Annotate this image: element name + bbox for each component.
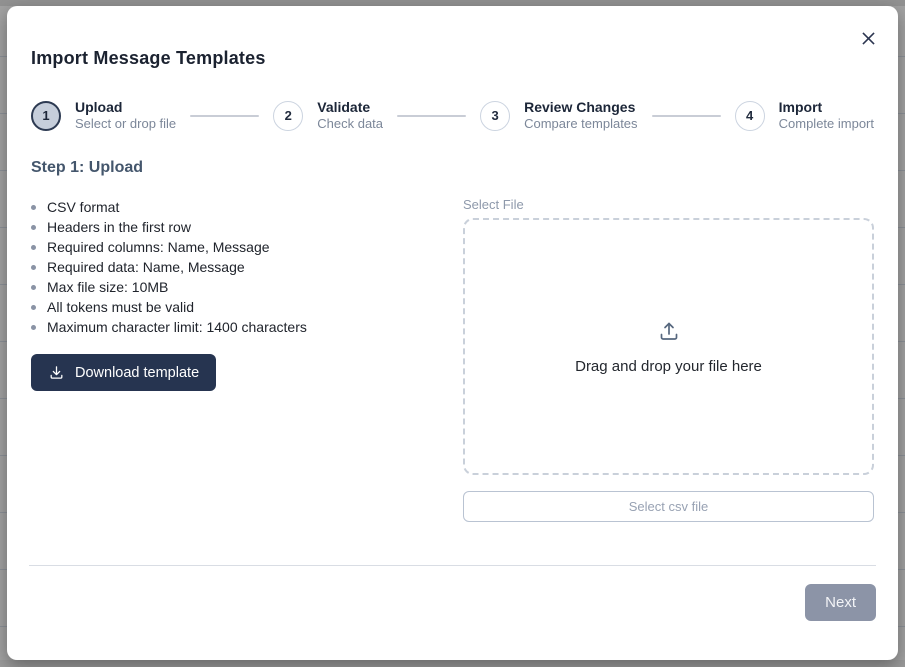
bullet-icon xyxy=(31,265,36,270)
requirement-item: All tokens must be valid xyxy=(31,297,451,317)
stepper-step-validate: 2 Validate Check data xyxy=(273,99,383,132)
stepper-step-import: 4 Import Complete import xyxy=(734,99,874,132)
step-sublabel: Complete import xyxy=(778,116,874,131)
download-template-label: Download template xyxy=(75,364,200,381)
requirement-text: Required data: Name, Message xyxy=(47,259,245,275)
requirements-section: CSV format Headers in the first row Requ… xyxy=(31,197,451,522)
step-label: Review Changes xyxy=(524,99,636,115)
select-file-label: Select File xyxy=(463,197,524,212)
file-dropzone[interactable]: Drag and drop your file here xyxy=(463,218,874,475)
bullet-icon xyxy=(31,325,36,330)
requirement-text: Required columns: Name, Message xyxy=(47,239,270,255)
modal-footer: Next xyxy=(29,565,876,621)
step-label: Upload xyxy=(75,99,123,115)
requirement-item: Maximum character limit: 1400 characters xyxy=(31,317,451,337)
close-icon xyxy=(861,31,875,45)
requirement-item: Headers in the first row xyxy=(31,217,451,237)
backdrop-bottom xyxy=(0,660,905,667)
download-icon xyxy=(48,364,65,381)
step-sublabel: Compare templates xyxy=(524,116,638,131)
bullet-icon xyxy=(31,225,36,230)
step-sublabel: Check data xyxy=(317,116,384,131)
upload-icon xyxy=(657,319,681,343)
bullet-icon xyxy=(31,305,36,310)
step-heading: Step 1: Upload xyxy=(31,159,144,176)
stepper-connector xyxy=(651,114,721,117)
stepper-step-review-changes: 3 Review Changes Compare templates xyxy=(480,99,638,132)
requirement-text: All tokens must be valid xyxy=(47,299,195,315)
import-templates-modal: Import Message Templates 1 Upload Select… xyxy=(7,6,898,660)
requirement-text: Max file size: 10MB xyxy=(47,279,169,295)
requirement-text: Headers in the first row xyxy=(47,219,191,235)
step-circle-2: 2 xyxy=(273,100,304,131)
dropzone-text: Drag and drop your file here xyxy=(575,357,762,375)
next-button[interactable]: Next xyxy=(805,584,876,621)
requirements-list: CSV format Headers in the first row Requ… xyxy=(31,197,451,337)
close-button[interactable] xyxy=(858,28,878,48)
modal-title: Import Message Templates xyxy=(31,48,266,68)
stepper-connector xyxy=(190,114,260,117)
step-circle-3: 3 xyxy=(480,100,511,131)
file-select-section: Select File Drag and drop your file here… xyxy=(463,197,874,522)
requirement-item: Max file size: 10MB xyxy=(31,277,451,297)
requirement-text: Maximum character limit: 1400 characters xyxy=(47,319,307,335)
bullet-icon xyxy=(31,245,36,250)
step-sublabel: Select or drop file xyxy=(75,116,177,131)
requirement-item: CSV format xyxy=(31,197,451,217)
stepper: 1 Upload Select or drop file 2 Validate … xyxy=(31,99,874,132)
requirement-item: Required columns: Name, Message xyxy=(31,237,451,257)
select-csv-file-button[interactable]: Select csv file xyxy=(463,491,874,522)
requirement-item: Required data: Name, Message xyxy=(31,257,451,277)
step-circle-4: 4 xyxy=(734,100,765,131)
step-circle-1: 1 xyxy=(31,100,61,131)
bullet-icon xyxy=(31,285,36,290)
bullet-icon xyxy=(31,205,36,210)
download-template-button[interactable]: Download template xyxy=(31,354,217,391)
step-label: Import xyxy=(778,99,823,115)
stepper-step-upload: 1 Upload Select or drop file xyxy=(31,99,176,132)
stepper-connector xyxy=(397,114,467,117)
requirement-text: CSV format xyxy=(47,199,120,215)
step-label: Validate xyxy=(317,99,371,115)
